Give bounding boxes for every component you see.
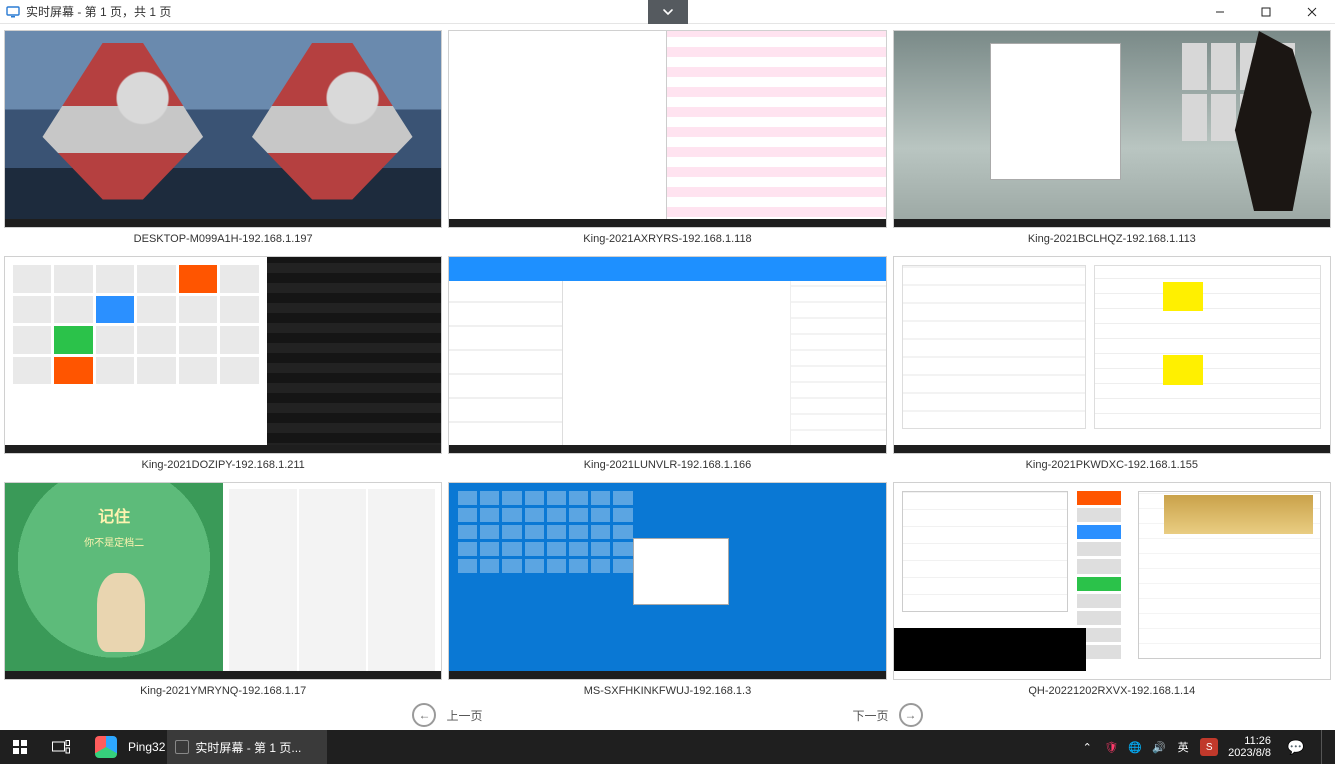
- main-area: DESKTOP-M099A1H-192.168.1.197 King-2021A…: [0, 24, 1335, 730]
- remote-taskbar: [5, 671, 441, 679]
- screen-cell: King-2021BCLHQZ-192.168.1.113: [893, 30, 1331, 250]
- screen-caption: King-2021DOZIPY-192.168.1.211: [142, 454, 305, 476]
- show-desktop-button[interactable]: [1321, 730, 1327, 764]
- view-dropdown[interactable]: [648, 0, 688, 24]
- taskbar-window-title: 实时屏幕 - 第 1 页...: [195, 739, 301, 756]
- remote-taskbar: [5, 445, 441, 453]
- screen-caption: King-2021LUNVLR-192.168.1.166: [584, 454, 752, 476]
- window-title: 实时屏幕 - 第 1 页，共 1 页: [26, 3, 171, 20]
- screen-cell: MS-SXFHKINKFWUJ-192.168.1.3: [448, 482, 886, 702]
- system-tray: ⌃ 🛡 🌐 🔊 英 S 11:26 2023/8/8 💬: [1072, 730, 1335, 764]
- prev-page-button[interactable]: ← 上一页: [407, 700, 487, 730]
- tray-time: 11:26: [1228, 735, 1271, 747]
- screen-caption: King-2021YMRYNQ-192.168.1.17: [140, 680, 306, 702]
- remote-taskbar: [449, 219, 885, 227]
- minimize-button[interactable]: [1197, 0, 1243, 24]
- screen-thumbnail[interactable]: [4, 256, 442, 454]
- ping32-icon: [95, 736, 117, 758]
- remote-taskbar: [5, 219, 441, 227]
- screen-thumbnail[interactable]: [893, 256, 1331, 454]
- taskbar-app-ping32[interactable]: [82, 730, 130, 764]
- prev-page-label: 上一页: [446, 707, 482, 724]
- arrow-left-icon: ←: [412, 703, 436, 727]
- windows-taskbar: Ping32 实时屏幕 - 第 1 页... ⌃ 🛡 🌐 🔊 英 S 11:26…: [0, 730, 1335, 764]
- windows-icon: [12, 739, 28, 755]
- remote-taskbar: [449, 445, 885, 453]
- taskview-icon: [52, 740, 70, 754]
- tray-ime-lang[interactable]: 英: [1176, 740, 1190, 754]
- tray-date: 2023/8/8: [1228, 747, 1271, 759]
- screen-thumbnail[interactable]: 记住 你不是定档二: [4, 482, 442, 680]
- maximize-button[interactable]: [1243, 0, 1289, 24]
- screen-cell: DESKTOP-M099A1H-192.168.1.197: [4, 30, 442, 250]
- tray-security-icon[interactable]: 🛡: [1104, 740, 1118, 754]
- screen-caption: King-2021AXRYRS-192.168.1.118: [583, 228, 751, 250]
- next-page-button[interactable]: 下一页 →: [848, 700, 928, 730]
- tray-network-icon[interactable]: 🌐: [1128, 740, 1142, 754]
- window-task-icon: [175, 740, 189, 754]
- taskbar-window-realtime[interactable]: 实时屏幕 - 第 1 页...: [167, 730, 327, 764]
- screen-caption: QH-20221202RXVX-192.168.1.14: [1028, 680, 1195, 702]
- poster-subtitle: 你不是定档二: [5, 534, 223, 549]
- screen-cell: King-2021AXRYRS-192.168.1.118: [448, 30, 886, 250]
- screen-grid: DESKTOP-M099A1H-192.168.1.197 King-2021A…: [0, 30, 1335, 702]
- pager: ← 上一页 下一页 →: [0, 702, 1335, 730]
- ping32-label: Ping32: [128, 740, 165, 754]
- screen-caption: MS-SXFHKINKFWUJ-192.168.1.3: [584, 680, 752, 702]
- screen-caption: DESKTOP-M099A1H-192.168.1.197: [134, 228, 313, 250]
- window-controls: [1197, 0, 1335, 24]
- next-page-label: 下一页: [853, 707, 889, 724]
- poster-title: 记住: [5, 503, 223, 527]
- action-center-icon[interactable]: 💬: [1281, 739, 1311, 756]
- arrow-right-icon: →: [899, 703, 923, 727]
- tray-clock[interactable]: 11:26 2023/8/8: [1228, 735, 1271, 759]
- screen-thumbnail[interactable]: [4, 30, 442, 228]
- screen-caption: King-2021BCLHQZ-192.168.1.113: [1028, 228, 1196, 250]
- screen-cell: King-2021LUNVLR-192.168.1.166: [448, 256, 886, 476]
- tray-ime-icon[interactable]: S: [1200, 738, 1218, 756]
- screen-thumbnail[interactable]: [448, 30, 886, 228]
- remote-taskbar: [449, 671, 885, 679]
- screen-cell: King-2021DOZIPY-192.168.1.211: [4, 256, 442, 476]
- screen-thumbnail[interactable]: [448, 256, 886, 454]
- close-button[interactable]: [1289, 0, 1335, 24]
- screen-caption: King-2021PKWDXC-192.168.1.155: [1026, 454, 1198, 476]
- remote-taskbar: [894, 445, 1330, 453]
- screen-cell: 记住 你不是定档二 King-2021YMRYNQ-192.168.1.17: [4, 482, 442, 702]
- screen-cell: QH-20221202RXVX-192.168.1.14: [893, 482, 1331, 702]
- tray-volume-icon[interactable]: 🔊: [1152, 740, 1166, 754]
- screen-thumbnail[interactable]: [448, 482, 886, 680]
- tray-overflow-icon[interactable]: ⌃: [1080, 740, 1094, 754]
- start-button[interactable]: [0, 730, 40, 764]
- app-monitor-icon: [6, 5, 20, 19]
- task-view-button[interactable]: [40, 730, 82, 764]
- screen-thumbnail[interactable]: [893, 30, 1331, 228]
- titlebar: 实时屏幕 - 第 1 页，共 1 页: [0, 0, 1335, 24]
- remote-taskbar: [894, 219, 1330, 227]
- screen-thumbnail[interactable]: [893, 482, 1331, 680]
- screen-cell: King-2021PKWDXC-192.168.1.155: [893, 256, 1331, 476]
